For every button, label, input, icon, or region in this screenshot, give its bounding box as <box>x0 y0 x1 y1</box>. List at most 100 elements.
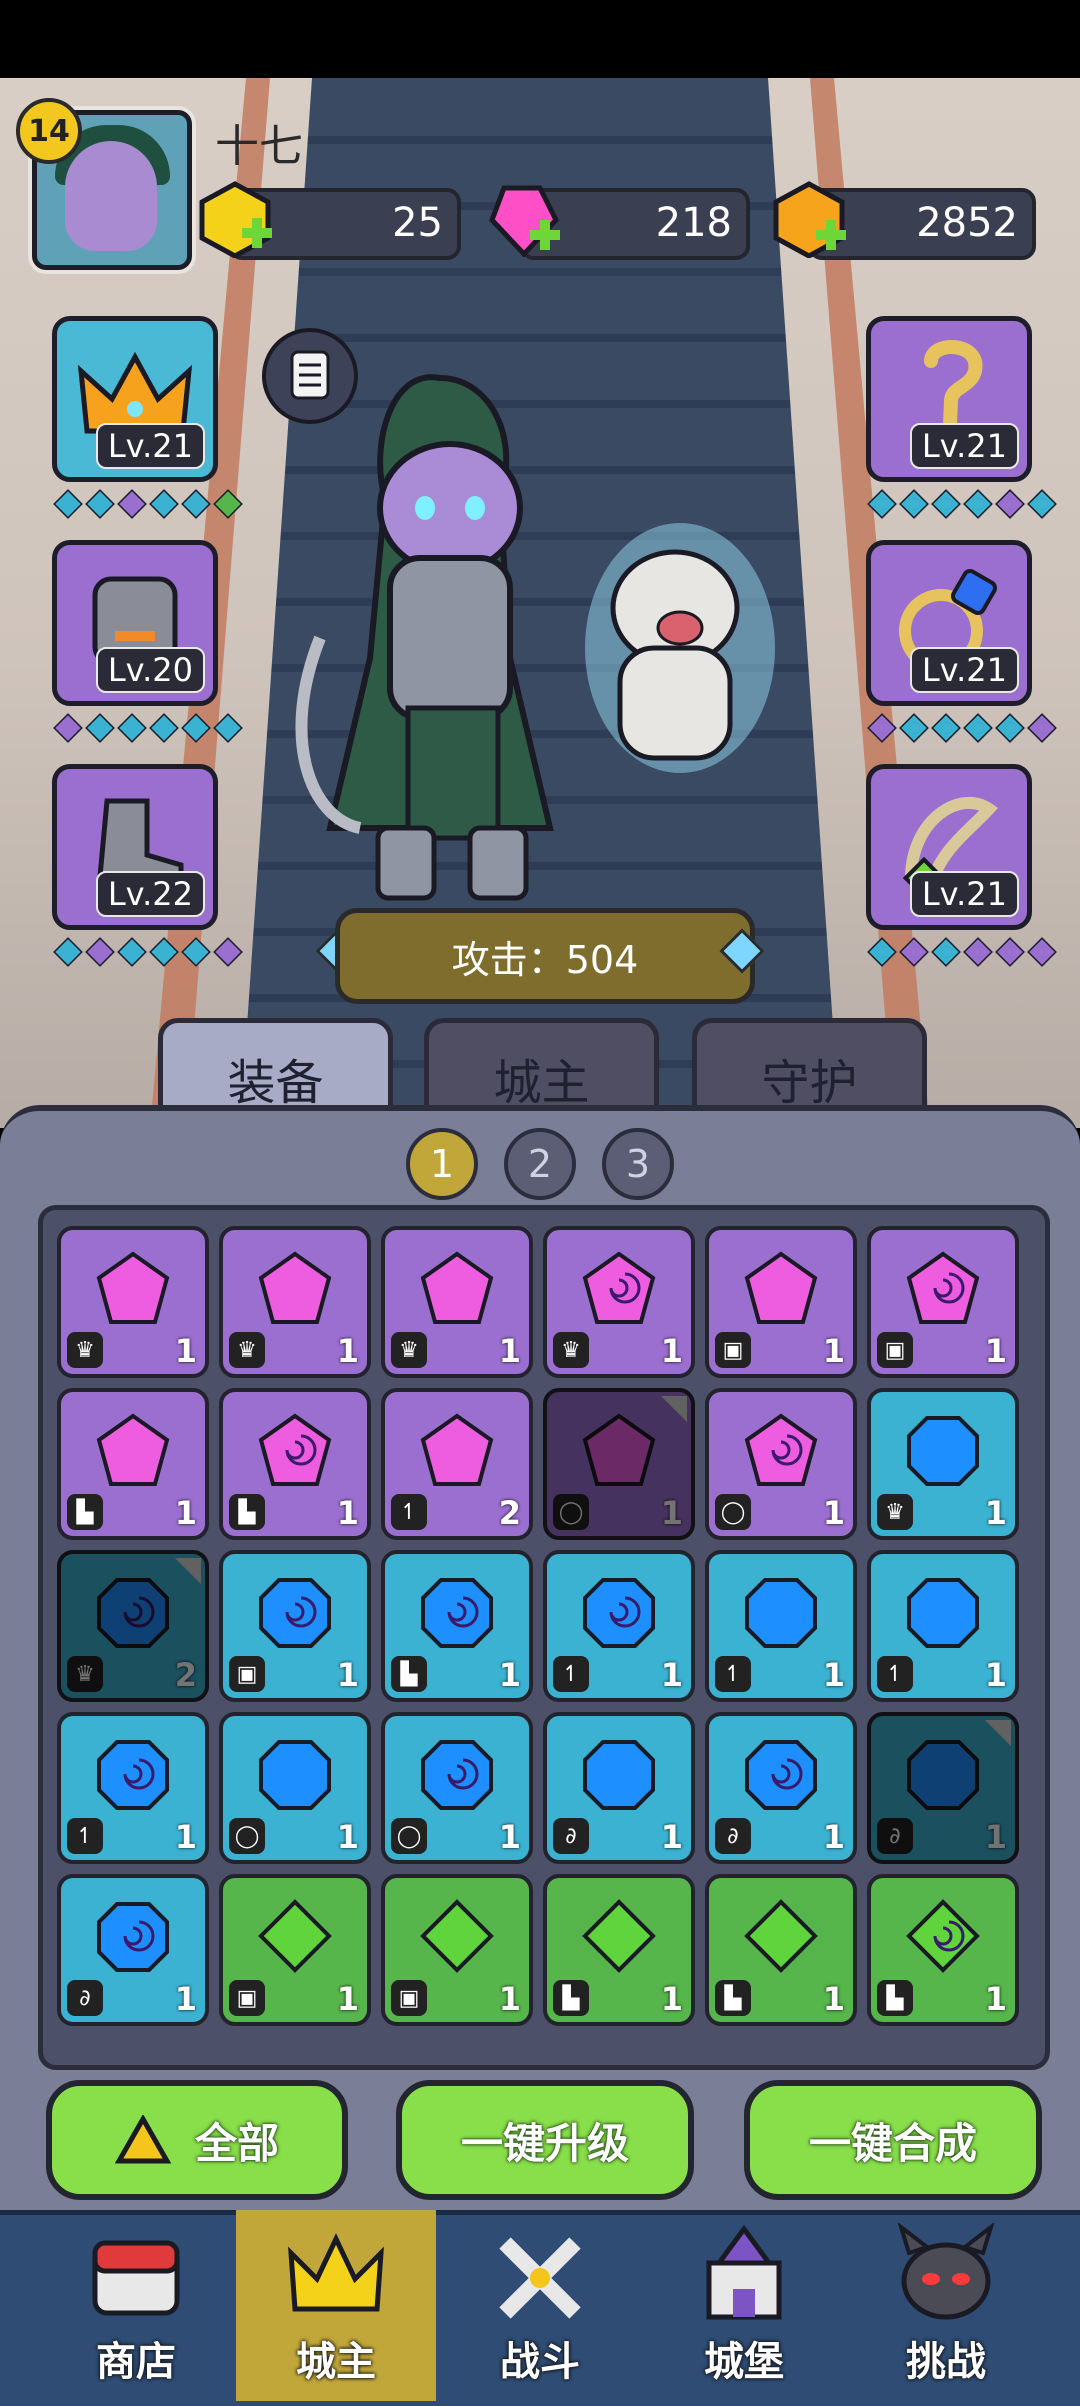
inventory-item[interactable]: ▣ 1 <box>705 1226 857 1378</box>
avatar-face <box>65 141 157 251</box>
item-count: 1 <box>174 1494 197 1532</box>
gem-icon <box>420 1899 494 1973</box>
pink-gem-plus-icon[interactable] <box>484 180 562 258</box>
castle-icon <box>706 2224 782 2320</box>
staff-icon: ↿ <box>67 1818 103 1854</box>
inventory-item[interactable]: ♛ 1 <box>219 1226 371 1378</box>
inventory-item[interactable]: ▙ 1 <box>867 1874 1019 2026</box>
page-2-button[interactable]: 2 <box>504 1128 576 1200</box>
inventory-item[interactable]: ↿ 1 <box>705 1550 857 1702</box>
equip-slot-boots[interactable]: Lv.22 <box>52 764 218 930</box>
filter-all-button[interactable]: 全部 <box>46 2080 348 2200</box>
quest-scroll-button[interactable] <box>262 328 358 424</box>
inventory-item[interactable]: ♛ 1 <box>867 1388 1019 1540</box>
equip-slot-crown[interactable]: Lv.21 <box>52 316 218 482</box>
item-count: 1 <box>174 1332 197 1370</box>
gem-icon <box>421 1578 493 1648</box>
inventory-item[interactable]: ♛ 1 <box>381 1226 533 1378</box>
gem-icon <box>258 1899 332 1973</box>
inventory-item[interactable]: ↿ 1 <box>57 1712 209 1864</box>
boots-icon: ▙ <box>391 1656 427 1692</box>
inventory-item[interactable]: ↿ 2 <box>381 1388 533 1540</box>
armor-icon: ▣ <box>229 1980 265 2016</box>
inventory-item[interactable]: ∂ 1 <box>867 1712 1019 1864</box>
gem-icon <box>582 1251 656 1324</box>
inventory-item[interactable]: ◯ 1 <box>543 1388 695 1540</box>
staff-icon: ↿ <box>553 1656 589 1692</box>
crown-level: Lv.21 <box>95 423 205 469</box>
crown-icon: ♛ <box>67 1656 103 1692</box>
item-count: 1 <box>336 1818 359 1856</box>
inventory-item[interactable]: ▣ 1 <box>219 1550 371 1702</box>
armor-icon: ▣ <box>391 1980 427 2016</box>
gem-icon <box>421 1740 493 1810</box>
inventory-item[interactable]: ▣ 1 <box>867 1226 1019 1378</box>
inventory-item[interactable]: ↿ 1 <box>543 1550 695 1702</box>
inventory-item[interactable]: ♛ 2 <box>57 1550 209 1702</box>
amulet-level: Lv.21 <box>909 871 1019 917</box>
boots-gem-sockets <box>53 937 243 967</box>
inventory-item[interactable]: ♛ 1 <box>57 1226 209 1378</box>
item-count: 2 <box>174 1656 197 1694</box>
inventory-item[interactable]: ▣ 1 <box>381 1874 533 2026</box>
scroll-icon <box>290 350 330 400</box>
amulet-icon: ∂ <box>715 1818 751 1854</box>
equip-slot-armor[interactable]: Lv.20 <box>52 540 218 706</box>
gold-coin-plus-icon[interactable] <box>770 180 848 258</box>
ring-icon: ◯ <box>391 1818 427 1854</box>
merge-all-button[interactable]: 一键合成 <box>744 2080 1042 2200</box>
staff-icon: ↿ <box>877 1656 913 1692</box>
pet-tiger[interactable] <box>580 518 780 778</box>
nav-battle[interactable]: 战斗 <box>440 2210 640 2401</box>
item-count: 1 <box>984 1818 1007 1856</box>
equip-slot-staff[interactable]: Lv.21 <box>866 316 1032 482</box>
inventory-item[interactable]: ◯ 1 <box>381 1712 533 1864</box>
amulet-icon: ∂ <box>877 1818 913 1854</box>
item-count: 1 <box>336 1980 359 2018</box>
inventory-item[interactable]: ◯ 1 <box>219 1712 371 1864</box>
item-count: 1 <box>336 1494 359 1532</box>
lock-corner-icon <box>985 1720 1011 1746</box>
inventory-item[interactable]: ▙ 1 <box>543 1874 695 2026</box>
item-count: 2 <box>498 1494 521 1532</box>
inventory-item[interactable]: ∂ 1 <box>705 1712 857 1864</box>
nav-lord[interactable]: 城主 <box>236 2210 436 2401</box>
nav-castle[interactable]: 城堡 <box>644 2210 844 2401</box>
gem-icon <box>583 1740 655 1810</box>
inventory-item[interactable]: ◯ 1 <box>705 1388 857 1540</box>
inventory-item[interactable]: ▙ 1 <box>219 1388 371 1540</box>
hero-character[interactable] <box>290 358 610 978</box>
equip-slot-amulet[interactable]: Lv.21 <box>866 764 1032 930</box>
equip-slot-ring[interactable]: Lv.21 <box>866 540 1032 706</box>
inventory-item[interactable]: ▣ 1 <box>219 1874 371 2026</box>
inventory-item[interactable]: ▙ 1 <box>705 1874 857 2026</box>
inventory-item[interactable]: ▙ 1 <box>381 1550 533 1702</box>
gem-icon <box>745 1740 817 1810</box>
inventory-item[interactable]: ▙ 1 <box>57 1388 209 1540</box>
gem-icon <box>582 1899 656 1973</box>
inventory-item[interactable]: ↿ 1 <box>867 1550 1019 1702</box>
upgrade-all-button[interactable]: 一键升级 <box>396 2080 694 2200</box>
gem-icon <box>97 1902 169 1972</box>
lock-corner-icon <box>661 1396 687 1422</box>
gem-icon <box>96 1413 170 1486</box>
nav-challenge[interactable]: 挑战 <box>846 2210 1046 2401</box>
armor-level: Lv.20 <box>95 647 205 693</box>
nav-shop[interactable]: 商店 <box>36 2210 236 2401</box>
inventory-item[interactable]: ♛ 1 <box>543 1226 695 1378</box>
energy-plus-icon[interactable] <box>196 180 274 258</box>
item-count: 1 <box>498 1980 521 2018</box>
gem-icon <box>744 1251 818 1324</box>
nav-shop-label: 商店 <box>96 2339 176 2385</box>
gold-value: 2852 <box>916 200 1018 246</box>
item-count: 1 <box>174 1818 197 1856</box>
nav-battle-label: 战斗 <box>500 2339 580 2385</box>
page-3-button[interactable]: 3 <box>602 1128 674 1200</box>
inventory-item[interactable]: ∂ 1 <box>543 1712 695 1864</box>
inventory-item[interactable]: ∂ 1 <box>57 1874 209 2026</box>
boots-icon: ▙ <box>67 1494 103 1530</box>
crown-gem-sockets <box>53 489 243 519</box>
page-1-button[interactable]: 1 <box>406 1128 478 1200</box>
item-count: 1 <box>822 1332 845 1370</box>
gem-icon <box>744 1899 818 1973</box>
